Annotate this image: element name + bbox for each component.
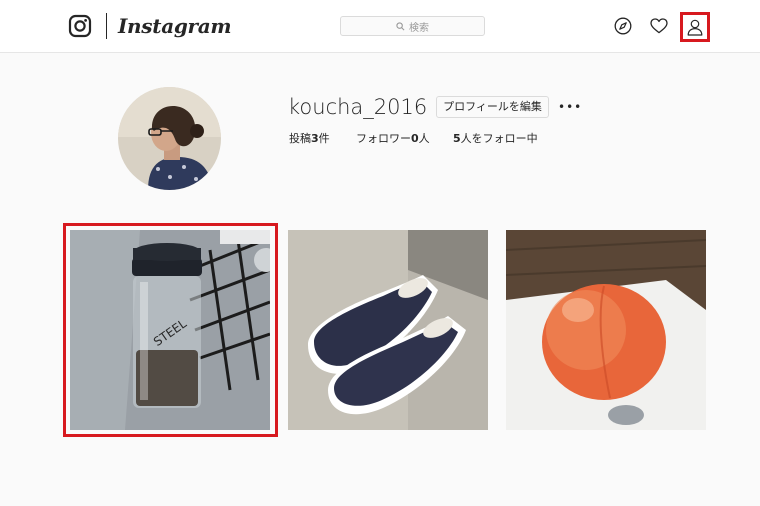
profile-avatar[interactable] [118,87,221,190]
activity-button[interactable] [646,13,672,39]
search-input[interactable]: 検索 [340,16,485,36]
peach-photo [506,230,706,430]
compass-icon [614,17,632,35]
post-thumbnail-sneakers[interactable] [288,230,488,430]
avatar-photo [118,87,221,190]
profile-button[interactable] [680,12,710,42]
options-more-button[interactable]: ••• [558,100,581,114]
logo-divider [106,13,107,39]
posts-count-stat: 投稿3件 [289,132,330,145]
profile-username: koucha_2016 [288,95,428,119]
person-icon [687,19,703,36]
search-icon [396,21,405,30]
explore-button[interactable] [610,13,636,39]
instagram-camera-icon [68,14,92,38]
instagram-wordmark: Instagram [118,14,232,38]
search-placeholder: 検索 [409,22,429,34]
sneakers-photo [288,230,488,430]
edit-profile-button[interactable]: プロフィールを編集 [436,96,549,118]
post-thumbnail-peach[interactable] [506,230,706,430]
following-count-stat[interactable]: 5人をフォロー中 [453,131,538,147]
instagram-logo[interactable]: Instagram [68,13,232,39]
selected-post-highlight [63,223,278,437]
followers-count-stat[interactable]: フォロワー0人 [356,131,430,147]
heart-icon [650,18,668,34]
top-navigation-bar: Instagram 検索 [0,0,760,53]
